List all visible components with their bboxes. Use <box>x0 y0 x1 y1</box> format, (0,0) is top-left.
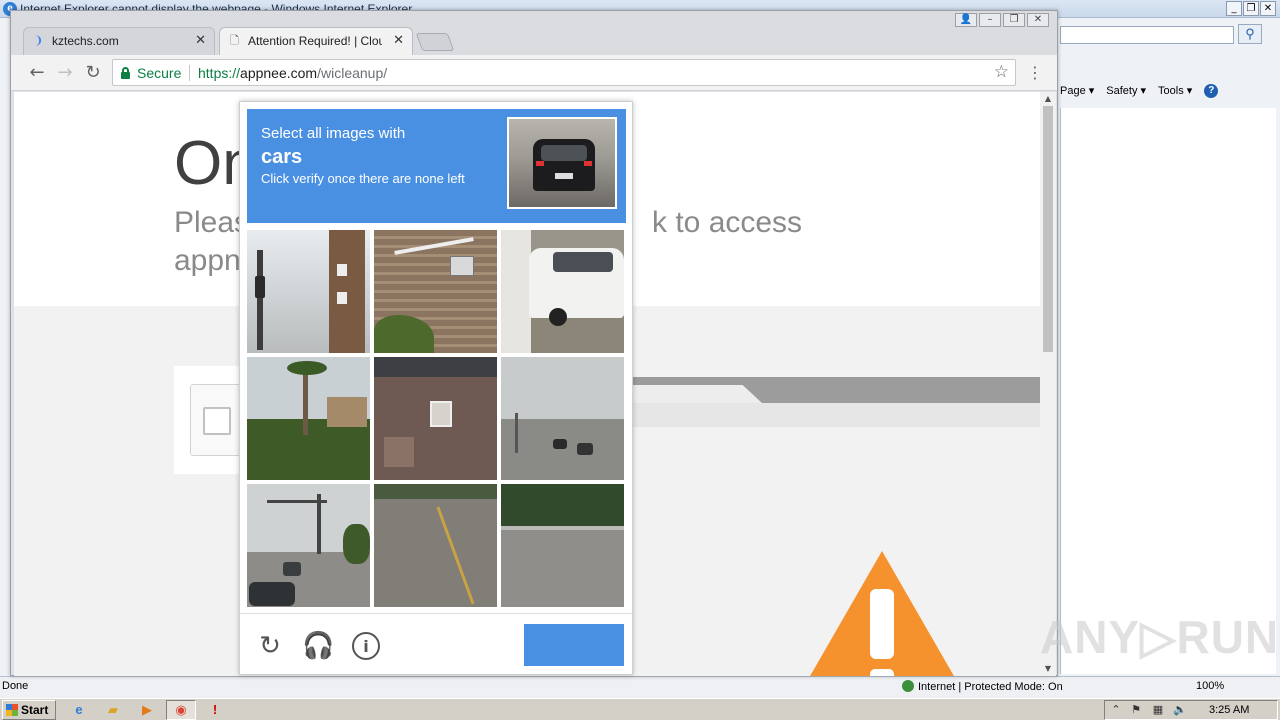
network-icon[interactable]: ▦ <box>1151 703 1165 717</box>
tab-label: kztechs.com <box>52 34 119 48</box>
challenge-hint: Click verify once there are none left <box>261 171 465 186</box>
page-icon: 🗋 <box>230 35 239 47</box>
alert-taskbar-icon[interactable]: ! <box>200 700 230 720</box>
flag-icon[interactable]: ⚑ <box>1129 703 1143 717</box>
windows-taskbar: Start e ▰ ▶ ◉ ! ⌃ ⚑ ▦ 🔈 3:25 AM <box>0 698 1280 720</box>
ie-tools-menu[interactable]: Tools ▾ <box>1158 84 1192 104</box>
address-bar[interactable]: Secure https://appnee.com/wicleanup/ ☆ <box>112 59 1016 86</box>
url-text[interactable]: https://appnee.com/wicleanup/ <box>198 65 387 81</box>
chrome-toolbar: ← → ↻ Secure https://appnee.com/wicleanu… <box>11 55 1057 91</box>
folder-taskbar-icon[interactable]: ▰ <box>98 700 128 720</box>
warning-bar <box>870 589 894 659</box>
url-host: appnee.com <box>240 65 318 81</box>
scroll-up-icon[interactable]: ▲ <box>1043 94 1053 104</box>
ie-help-icon[interactable]: ? <box>1204 84 1219 98</box>
chrome-taskbar-icon[interactable]: ◉ <box>166 700 196 720</box>
verify-button[interactable] <box>524 624 624 666</box>
ie-safety-menu[interactable]: Safety ▾ <box>1106 84 1146 104</box>
sample-car <box>533 139 595 191</box>
ie-search-icon[interactable]: ⚲ <box>1238 24 1262 44</box>
close-button[interactable]: ✕ <box>1027 13 1049 27</box>
system-tray: ⌃ ⚑ ▦ 🔈 3:25 AM <box>1104 700 1278 720</box>
tray-expand-icon[interactable]: ⌃ <box>1109 703 1123 717</box>
ie-caption-buttons: _ ❐ ✕ <box>1226 1 1276 16</box>
ie-page-menu[interactable]: Page ▾ <box>1060 84 1094 104</box>
minimize-button[interactable]: – <box>979 13 1001 27</box>
vertical-scrollbar[interactable]: ▲ ▼ <box>1040 92 1056 676</box>
volume-icon[interactable]: 🔈 <box>1173 703 1187 717</box>
tab-kztechs[interactable]: ❩ kztechs.com ✕ <box>23 27 215 55</box>
captcha-checkbox[interactable] <box>203 407 231 435</box>
tile-palm-trees[interactable] <box>247 357 370 480</box>
challenge-instruction: Select all images with <box>261 125 406 142</box>
tab-close-icon[interactable]: ✕ <box>195 33 206 48</box>
new-tab-button[interactable] <box>415 33 455 51</box>
ie-taskbar-icon[interactable]: e <box>64 700 94 720</box>
ie-search-input[interactable] <box>1060 26 1234 44</box>
recaptcha-challenge: Select all images with cars Click verify… <box>239 101 633 675</box>
secure-label: Secure <box>137 65 182 81</box>
loading-icon: ❩ <box>34 35 44 47</box>
tab-label: Attention Required! | Cloud <box>248 34 382 48</box>
sample-car-image <box>507 117 617 209</box>
tile-traffic-light-pole[interactable] <box>247 230 370 353</box>
description-fragment-line2: appn <box>174 244 241 277</box>
ie-statusbar: Done Internet | Protected Mode: On 100% <box>0 676 1280 698</box>
clock: 3:25 AM <box>1209 704 1250 716</box>
omnibox-divider <box>189 65 190 81</box>
back-icon[interactable]: ← <box>25 61 49 85</box>
ie-security-zone: Internet | Protected Mode: On <box>902 680 1063 693</box>
ie-zoom-level[interactable]: 100% <box>1196 680 1224 692</box>
profile-icon[interactable]: 👤 <box>955 13 977 27</box>
tile-intersection-cars[interactable] <box>247 484 370 607</box>
ie-zone-label: Internet | Protected Mode: On <box>918 681 1063 693</box>
tile-brick-building[interactable] <box>374 357 497 480</box>
audio-challenge-icon[interactable]: 🎧 <box>302 630 334 662</box>
bookmark-star-icon[interactable]: ☆ <box>994 62 1009 82</box>
warning-icon <box>810 551 954 676</box>
restore-button[interactable]: ❐ <box>1003 13 1025 27</box>
description-fragment-left: Pleas <box>174 206 250 239</box>
tile-road-trees[interactable] <box>501 484 624 607</box>
scroll-thumb[interactable] <box>1043 106 1053 352</box>
tab-attention-required[interactable]: 🗋 Attention Required! | Cloud ✕ <box>219 27 413 55</box>
challenge-footer: ↻ 🎧 i <box>240 613 632 675</box>
challenge-target: cars <box>261 146 303 168</box>
ie-content-area <box>1060 108 1276 674</box>
challenge-header: Select all images with cars Click verify… <box>247 109 626 223</box>
tile-white-car[interactable] <box>501 230 624 353</box>
ie-minimize-button[interactable]: _ <box>1226 1 1242 16</box>
ie-status-text: Done <box>2 680 29 692</box>
reload-icon[interactable]: ↻ <box>81 61 105 85</box>
chrome-caption-buttons: 👤 – ❐ ✕ <box>955 13 1049 27</box>
warning-dot <box>870 669 894 676</box>
tile-empty-road[interactable] <box>374 484 497 607</box>
tile-brick-wall-sign[interactable] <box>374 230 497 353</box>
lock-icon <box>121 67 130 79</box>
tab-close-icon[interactable]: ✕ <box>393 33 404 48</box>
scroll-down-icon[interactable]: ▼ <box>1043 664 1053 674</box>
anyrun-watermark: ANY▷RUN <box>1040 611 1280 663</box>
reload-challenge-icon[interactable]: ↻ <box>254 630 286 662</box>
chrome-menu-icon[interactable]: ⋮ <box>1027 61 1043 85</box>
url-scheme: https:// <box>198 65 241 81</box>
cloudflare-light-strip <box>614 403 1040 427</box>
windows-logo-icon <box>6 704 18 716</box>
globe-icon <box>902 680 914 692</box>
tile-road-with-cars[interactable] <box>501 357 624 480</box>
challenge-image-grid <box>247 230 626 609</box>
media-player-taskbar-icon[interactable]: ▶ <box>132 700 162 720</box>
description-fragment-right: k to access <box>652 206 803 239</box>
ie-close-button[interactable]: ✕ <box>1260 1 1276 16</box>
url-path: /wicleanup/ <box>317 65 388 81</box>
ie-restore-button[interactable]: ❐ <box>1243 1 1259 16</box>
start-label: Start <box>21 703 49 717</box>
start-button[interactable]: Start <box>2 700 56 720</box>
forward-icon[interactable]: → <box>53 61 77 85</box>
chrome-tabstrip: ❩ kztechs.com ✕ 🗋 Attention Required! | … <box>11 11 1057 55</box>
ie-commandbar: Page ▾ Safety ▾ Tools ▾ ? <box>1060 84 1219 104</box>
info-icon[interactable]: i <box>352 632 380 660</box>
